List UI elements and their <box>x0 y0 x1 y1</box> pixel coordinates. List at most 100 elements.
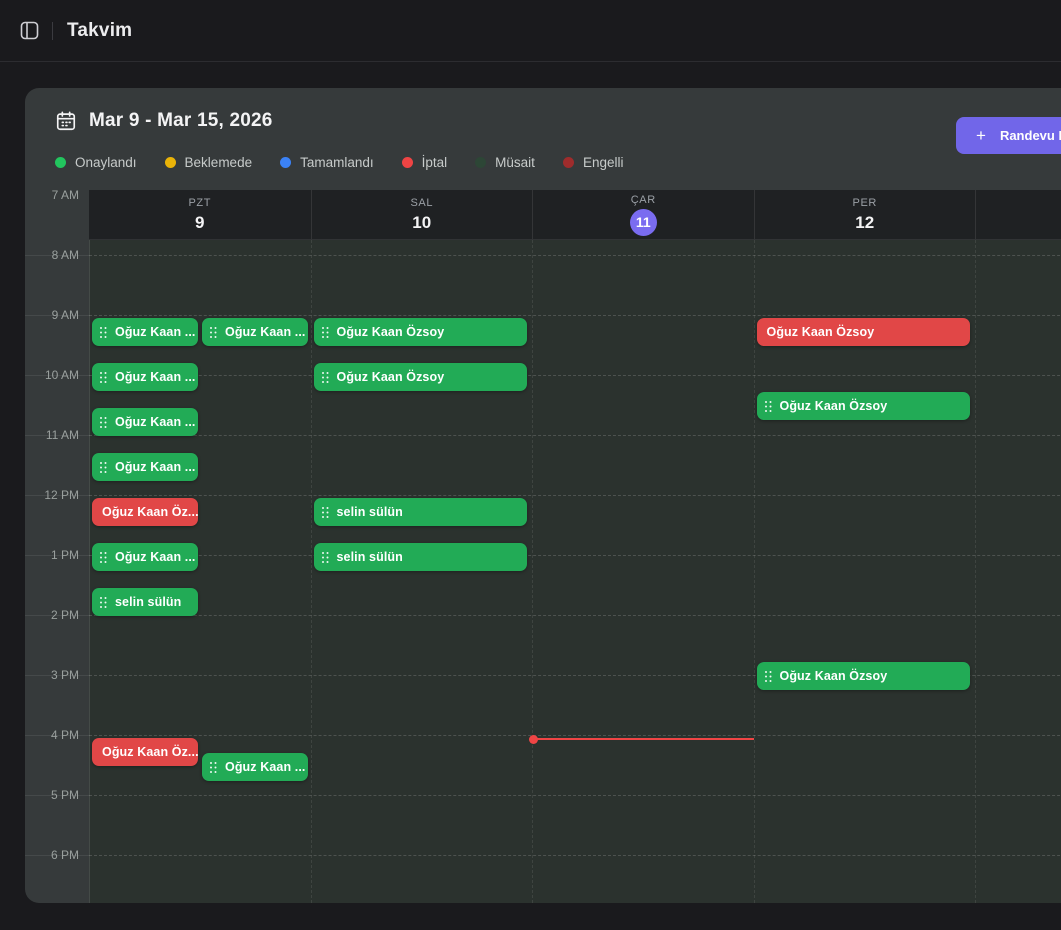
calendar-header: Mar 9 - Mar 15, 2026 Onaylandı Beklemede T… <box>25 88 1061 190</box>
legend-label: Müsait <box>495 155 535 170</box>
event-chip[interactable]: Oğuz Kaan ... <box>202 318 308 346</box>
event-chip[interactable]: Oğuz Kaan Öz... <box>92 738 198 766</box>
event-chip[interactable]: Oğuz Kaan ... <box>92 543 198 571</box>
column-gridline <box>532 240 533 903</box>
time-label: 7 AM <box>25 190 79 203</box>
time-label: 10 AM <box>25 367 79 383</box>
drag-handle-icon[interactable] <box>100 552 107 563</box>
event-chip[interactable]: Oğuz Kaan ... <box>92 453 198 481</box>
drag-handle-icon[interactable] <box>100 462 107 473</box>
legend-item-beklemede: Beklemede <box>165 155 253 170</box>
date-range-row: Mar 9 - Mar 15, 2026 <box>55 110 273 132</box>
event-chip[interactable]: Oğuz Kaan Özsoy <box>314 363 528 391</box>
hour-gridline <box>89 855 1061 856</box>
legend-item-müsait: Müsait <box>475 155 535 170</box>
event-label: Oğuz Kaan ... <box>225 760 305 774</box>
day-number: 12 <box>855 213 874 233</box>
event-label: Oğuz Kaan Özsoy <box>337 325 445 339</box>
app-root: { "topbar": { "title": "Takvim" }, "head… <box>0 0 1061 930</box>
drag-handle-icon[interactable] <box>322 507 329 518</box>
drag-handle-icon[interactable] <box>100 372 107 383</box>
event-chip[interactable]: selin sülün <box>92 588 198 616</box>
drag-handle-icon[interactable] <box>100 597 107 608</box>
drag-handle-icon[interactable] <box>765 671 772 682</box>
event-label: Oğuz Kaan Özsoy <box>767 325 875 339</box>
week-grid-body[interactable] <box>89 190 1061 903</box>
hour-gridline <box>89 495 1061 496</box>
time-label: 1 PM <box>25 547 79 563</box>
day-header-partial[interactable] <box>975 190 1061 240</box>
event-chip[interactable]: Oğuz Kaan Özsoy <box>757 662 971 690</box>
column-gridline <box>975 240 976 903</box>
event-chip[interactable]: selin sülün <box>314 498 528 526</box>
legend-label: Tamamlandı <box>300 155 374 170</box>
drag-handle-icon[interactable] <box>322 372 329 383</box>
day-header-çar[interactable]: ÇAR 11 <box>532 190 754 240</box>
legend-item-i̇ptal: İptal <box>402 155 448 170</box>
sidebar-toggle-button[interactable] <box>18 20 40 42</box>
event-chip[interactable]: selin sülün <box>314 543 528 571</box>
day-name: ÇAR <box>631 194 656 207</box>
time-label: 4 PM <box>25 727 79 743</box>
hour-gridline <box>89 255 1061 256</box>
drag-handle-icon[interactable] <box>322 327 329 338</box>
day-name: SAL <box>410 197 433 210</box>
event-label: Oğuz Kaan Özsoy <box>780 399 888 413</box>
drag-handle-icon[interactable] <box>100 327 107 338</box>
legend-dot-icon <box>280 157 291 168</box>
day-header-pzt[interactable]: PZT9 <box>89 190 311 240</box>
event-chip[interactable]: Oğuz Kaan ... <box>92 363 198 391</box>
drag-handle-icon[interactable] <box>210 762 217 773</box>
legend-label: İptal <box>422 155 448 170</box>
event-chip[interactable]: Oğuz Kaan Özsoy <box>314 318 528 346</box>
hour-gridline <box>89 615 1061 616</box>
day-name: PZT <box>188 197 211 210</box>
event-label: Oğuz Kaan Özsoy <box>337 370 445 384</box>
event-label: Oğuz Kaan Öz... <box>102 745 198 759</box>
time-label: 5 PM <box>25 787 79 803</box>
calendar-card: Mar 9 - Mar 15, 2026 Onaylandı Beklemede T… <box>25 88 1061 903</box>
week-grid: 7 AM8 AM9 AM10 AM11 AM12 PM1 PM2 PM3 PM4… <box>25 190 1061 903</box>
legend-dot-icon <box>55 157 66 168</box>
drag-handle-icon[interactable] <box>100 417 107 428</box>
event-chip[interactable]: Oğuz Kaan ... <box>202 753 308 781</box>
event-label: Oğuz Kaan ... <box>225 325 305 339</box>
drag-handle-icon[interactable] <box>765 401 772 412</box>
event-label: Oğuz Kaan Öz... <box>102 505 198 519</box>
hour-gridline <box>89 555 1061 556</box>
time-label: 2 PM <box>25 607 79 623</box>
drag-handle-icon[interactable] <box>322 552 329 563</box>
event-chip[interactable]: Oğuz Kaan ... <box>92 318 198 346</box>
event-label: Oğuz Kaan ... <box>115 325 195 339</box>
column-gridline <box>311 240 312 903</box>
event-chip[interactable]: Oğuz Kaan ... <box>92 408 198 436</box>
event-label: selin sülün <box>337 505 403 519</box>
hour-gridline <box>89 435 1061 436</box>
topbar: Takvim <box>0 0 1061 62</box>
time-label: 8 AM <box>25 247 79 263</box>
status-legend: Onaylandı Beklemede Tamamlandı İptal Müsait E… <box>55 155 623 170</box>
legend-item-tamamlandı: Tamamlandı <box>280 155 374 170</box>
time-label: 12 PM <box>25 487 79 503</box>
event-label: Oğuz Kaan ... <box>115 370 195 384</box>
time-label: 6 PM <box>25 847 79 863</box>
event-chip[interactable]: Oğuz Kaan Özsoy <box>757 318 971 346</box>
event-chip[interactable]: Oğuz Kaan Öz... <box>92 498 198 526</box>
event-chip[interactable]: Oğuz Kaan Özsoy <box>757 392 971 420</box>
day-header-sal[interactable]: SAL10 <box>311 190 533 240</box>
date-range-title: Mar 9 - Mar 15, 2026 <box>89 110 273 132</box>
hour-gridline <box>89 795 1061 796</box>
topbar-divider <box>52 22 53 40</box>
time-label: 11 AM <box>25 427 79 443</box>
day-name: PER <box>853 197 877 210</box>
legend-label: Engelli <box>583 155 624 170</box>
legend-label: Onaylandı <box>75 155 137 170</box>
drag-handle-icon[interactable] <box>210 327 217 338</box>
day-header-per[interactable]: PER 12 <box>754 190 976 240</box>
add-appointment-button[interactable]: + Randevu Ekle <box>956 117 1061 154</box>
legend-item-onaylandı: Onaylandı <box>55 155 137 170</box>
legend-dot-icon <box>475 157 486 168</box>
hour-gridline <box>89 735 1061 736</box>
event-label: Oğuz Kaan ... <box>115 415 195 429</box>
today-date-badge: 11 <box>630 209 657 236</box>
